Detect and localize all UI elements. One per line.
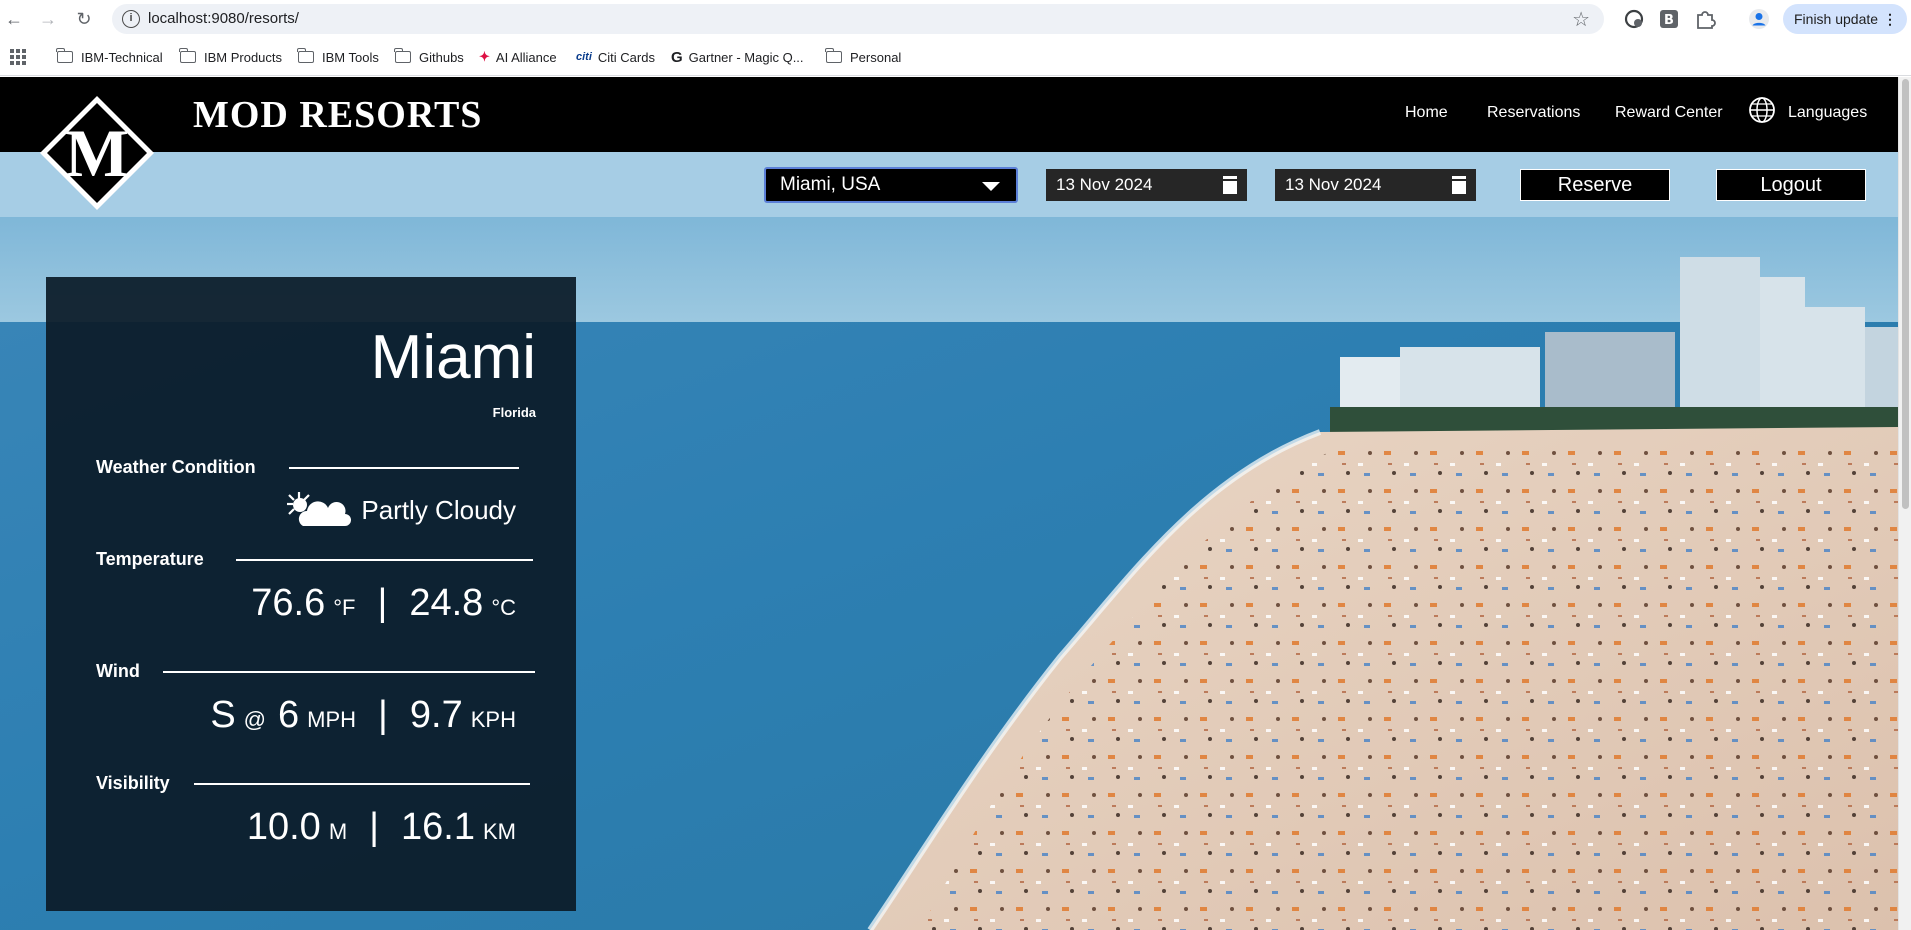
back-icon[interactable]: ← bbox=[2, 7, 26, 31]
location-select[interactable]: Miami, USA bbox=[764, 167, 1018, 203]
divider bbox=[289, 467, 519, 469]
divider bbox=[236, 559, 533, 561]
finish-update-button[interactable]: Finish update ⋮ bbox=[1783, 4, 1907, 34]
wind-at: @ bbox=[243, 707, 267, 732]
more-menu-icon[interactable]: ⋮ bbox=[1883, 4, 1897, 34]
visibility-label: Visibility bbox=[96, 773, 170, 793]
condition-row: Partly Cloudy bbox=[285, 490, 516, 530]
visibility-km-unit: KM bbox=[483, 819, 516, 844]
visibility-row: 10.0 M | 16.1 KM bbox=[247, 806, 516, 849]
site-info-icon[interactable]: i bbox=[122, 10, 140, 28]
weather-condition-label: Weather Condition bbox=[96, 457, 256, 477]
puzzle-extensions-icon[interactable] bbox=[1694, 8, 1716, 30]
logo-letter: M bbox=[65, 115, 129, 191]
bookmark-ibm-technical[interactable]: IBM-Technical bbox=[56, 47, 163, 67]
temp-f-unit: °F bbox=[333, 595, 356, 620]
svg-text:B: B bbox=[1664, 13, 1674, 28]
extension-icon[interactable] bbox=[1623, 8, 1645, 30]
visibility-km: 16.1 bbox=[401, 806, 475, 848]
visibility-m-unit: M bbox=[328, 819, 348, 844]
page-scrollbar[interactable] bbox=[1898, 77, 1911, 930]
url-text[interactable]: localhost:9080/resorts/ bbox=[148, 10, 299, 27]
ai-alliance-icon: ✦ bbox=[479, 49, 490, 64]
bold-extension-icon[interactable]: B bbox=[1658, 8, 1680, 30]
bookmark-ibm-products[interactable]: IBM Products bbox=[179, 47, 283, 67]
nav-reward-center[interactable]: Reward Center bbox=[1615, 104, 1723, 122]
forward-icon[interactable]: → bbox=[36, 7, 60, 31]
condition-text: Partly Cloudy bbox=[361, 494, 516, 525]
finish-update-label: Finish update bbox=[1794, 11, 1879, 27]
separator: | bbox=[369, 806, 380, 848]
wind-kph-unit: KPH bbox=[470, 707, 516, 732]
folder-icon bbox=[179, 48, 196, 63]
weather-panel: Miami Florida Weather Condition Partly C… bbox=[46, 277, 576, 911]
temperature-label: Temperature bbox=[96, 549, 204, 569]
bookmark-ibm-tools[interactable]: IBM Tools bbox=[297, 47, 379, 67]
separator: | bbox=[377, 582, 388, 624]
reserve-button[interactable]: Reserve bbox=[1520, 169, 1670, 201]
scrollbar-thumb[interactable] bbox=[1902, 79, 1909, 509]
nav-reservations[interactable]: Reservations bbox=[1487, 104, 1580, 122]
bookmark-citi-cards[interactable]: citi Citi Cards bbox=[576, 47, 655, 67]
city-name: Miami bbox=[370, 323, 536, 392]
wind-mph-unit: MPH bbox=[307, 707, 357, 732]
folder-icon bbox=[297, 48, 314, 63]
bookmark-githubs[interactable]: Githubs bbox=[394, 47, 464, 67]
check-in-value: 13 Nov 2024 bbox=[1056, 175, 1153, 194]
temp-celsius: 24.8 bbox=[409, 582, 484, 624]
mod-resorts-logo[interactable]: M bbox=[38, 94, 156, 212]
calendar-icon[interactable] bbox=[1223, 176, 1237, 194]
address-bar[interactable]: i localhost:9080/resorts/ ☆ bbox=[112, 4, 1604, 34]
folder-icon bbox=[394, 48, 411, 63]
chevron-down-icon bbox=[982, 182, 1000, 191]
separator: | bbox=[378, 694, 388, 736]
bookmark-label: Githubs bbox=[419, 49, 464, 65]
bookmark-gartner[interactable]: G Gartner - Magic Q... bbox=[671, 47, 804, 67]
bookmark-label: Gartner - Magic Q... bbox=[688, 49, 804, 65]
check-in-date-input[interactable]: 13 Nov 2024 bbox=[1046, 169, 1247, 201]
bookmark-label: Citi Cards bbox=[597, 49, 655, 65]
page-viewport: MOD RESORTS Home Reservations Reward Cen… bbox=[0, 77, 1898, 930]
bookmarks-bar: IBM-Technical IBM Products IBM Tools Git… bbox=[0, 38, 1911, 76]
brand-name[interactable]: MOD RESORTS bbox=[193, 93, 482, 137]
divider bbox=[163, 671, 535, 673]
divider bbox=[194, 783, 530, 785]
wind-mph: 6 bbox=[278, 694, 300, 736]
nav-languages[interactable]: Languages bbox=[1788, 104, 1867, 122]
temperature-row: 76.6 °F | 24.8 °C bbox=[251, 582, 516, 625]
logout-button[interactable]: Logout bbox=[1716, 169, 1866, 201]
globe-icon[interactable] bbox=[1748, 96, 1776, 124]
check-out-date-input[interactable]: 13 Nov 2024 bbox=[1275, 169, 1476, 201]
folder-icon bbox=[825, 48, 842, 63]
bookmark-personal[interactable]: Personal bbox=[825, 47, 902, 67]
visibility-miles: 10.0 bbox=[246, 806, 321, 848]
calendar-icon[interactable] bbox=[1452, 176, 1466, 194]
temp-c-unit: °C bbox=[491, 595, 516, 620]
bookmark-star-icon[interactable]: ☆ bbox=[1572, 7, 1590, 32]
bookmark-label: IBM-Technical bbox=[81, 49, 163, 65]
state-name: Florida bbox=[492, 405, 536, 420]
bookmark-ai-alliance[interactable]: ✦ AI Alliance bbox=[479, 47, 557, 67]
check-out-value: 13 Nov 2024 bbox=[1285, 175, 1382, 194]
bookmark-label: IBM Tools bbox=[322, 49, 379, 65]
profile-avatar-icon[interactable] bbox=[1748, 8, 1770, 30]
apps-grid-icon[interactable] bbox=[10, 49, 26, 65]
browser-toolbar: ← → ↻ i localhost:9080/resorts/ ☆ B Fini… bbox=[0, 0, 1911, 38]
folder-icon bbox=[56, 48, 73, 63]
temp-fahrenheit: 76.6 bbox=[251, 582, 326, 624]
google-icon: G bbox=[671, 48, 683, 66]
bookmark-label: IBM Products bbox=[204, 49, 283, 65]
location-value: Miami, USA bbox=[780, 174, 881, 195]
bookmark-label: Personal bbox=[850, 49, 902, 65]
site-header: MOD RESORTS Home Reservations Reward Cen… bbox=[0, 77, 1898, 152]
wind-row: S @ 6 MPH | 9.7 KPH bbox=[210, 694, 516, 737]
citi-icon: citi bbox=[576, 51, 592, 63]
partly-cloudy-icon bbox=[287, 492, 352, 526]
bookmark-label: AI Alliance bbox=[495, 49, 557, 65]
wind-direction: S bbox=[210, 694, 236, 736]
wind-label: Wind bbox=[96, 661, 140, 681]
wind-kph: 9.7 bbox=[409, 694, 463, 736]
reload-icon[interactable]: ↻ bbox=[72, 7, 96, 31]
nav-home[interactable]: Home bbox=[1405, 104, 1448, 122]
